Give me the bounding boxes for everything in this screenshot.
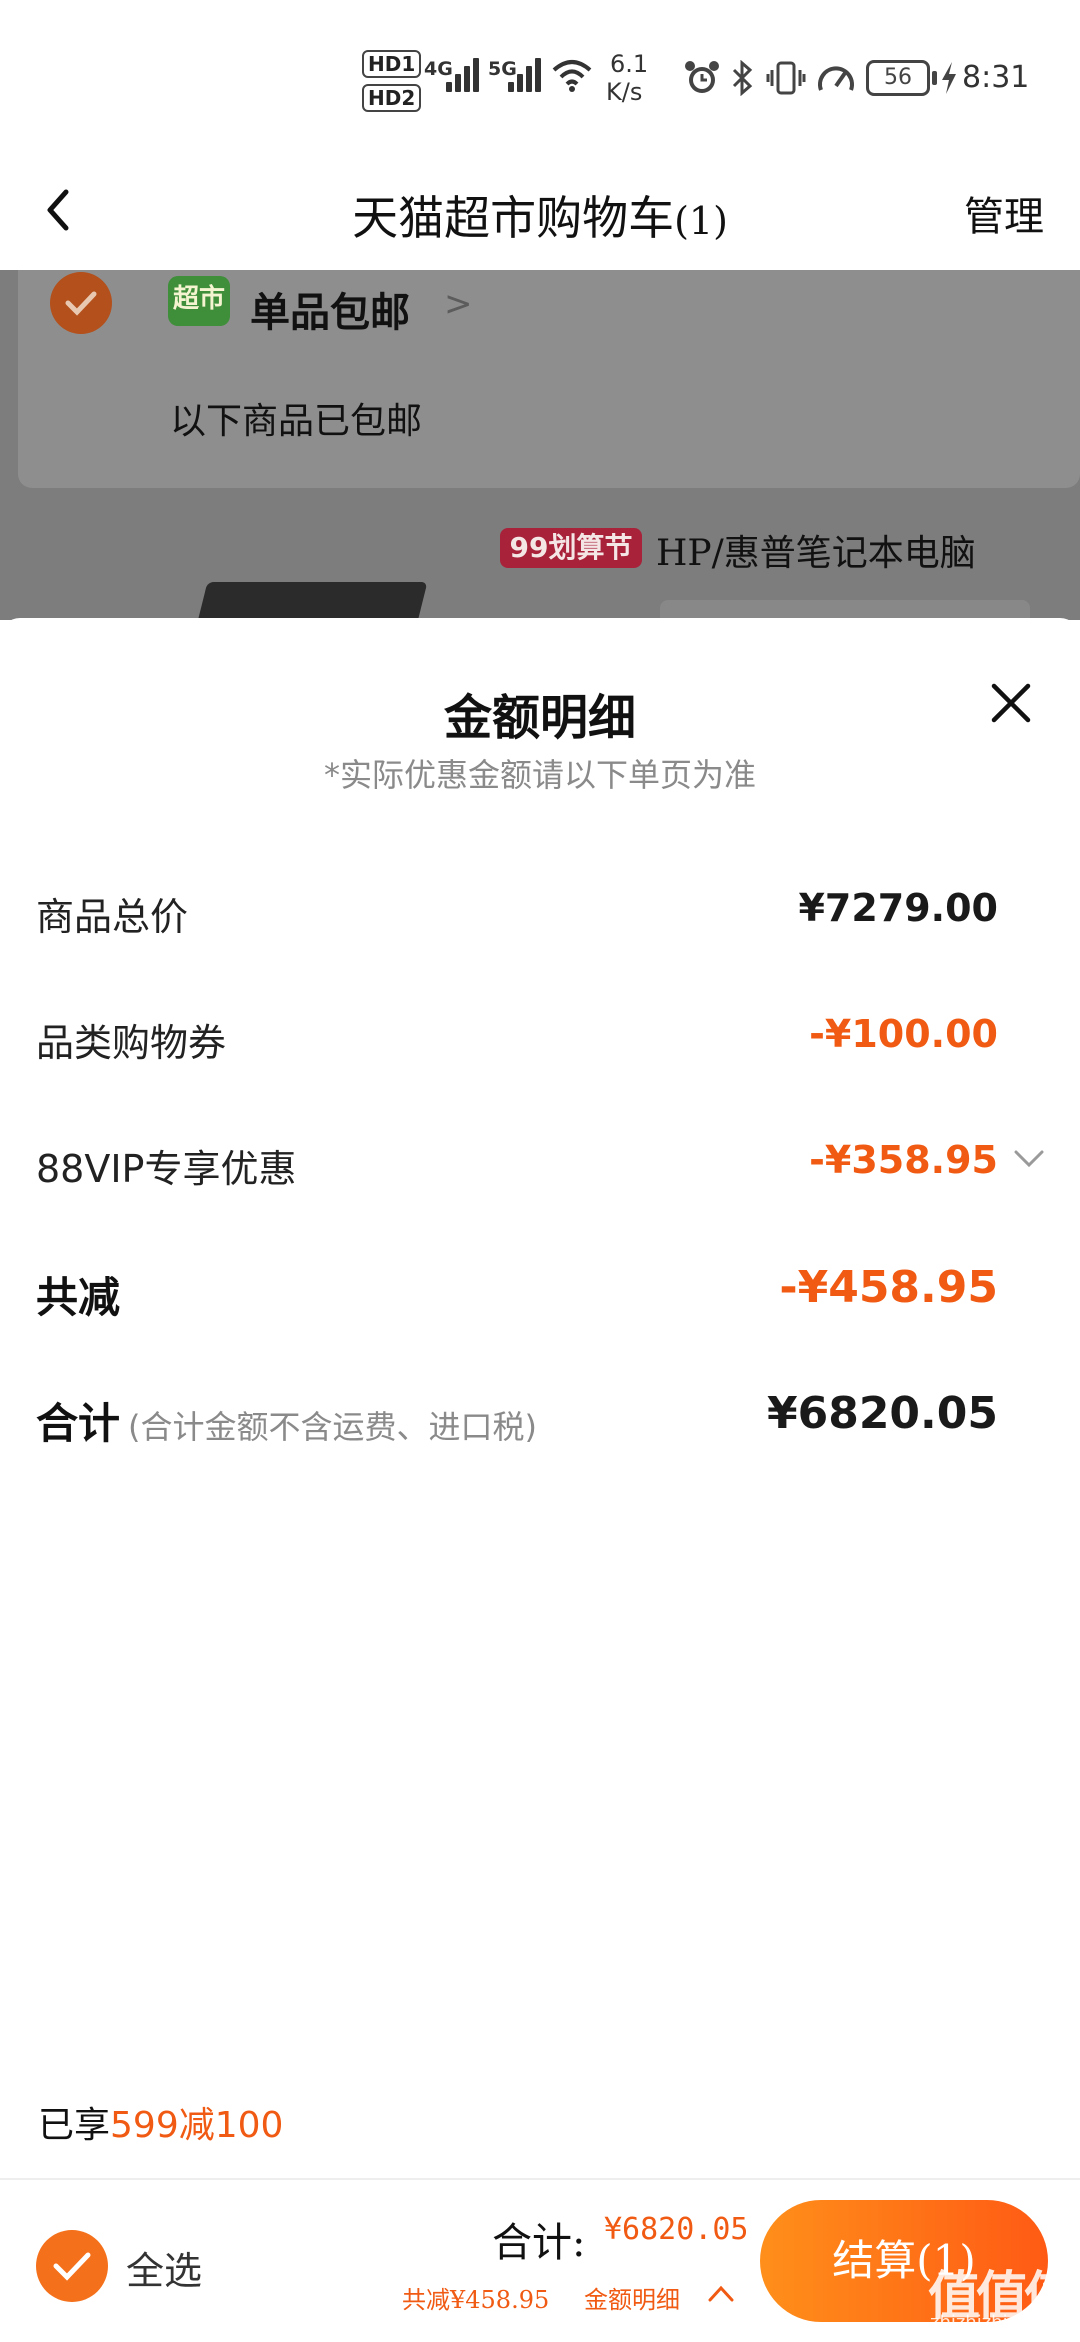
product-title[interactable]: HP/惠普笔记本电脑 xyxy=(656,524,976,576)
speed-value: 6.1 xyxy=(610,50,649,78)
speedometer-icon xyxy=(818,66,854,91)
goods-total-value: ¥7279.00 xyxy=(798,886,998,930)
speed-unit: K/s xyxy=(606,78,643,106)
category-coupon-value: -¥100.00 xyxy=(809,1012,998,1056)
chevron-up-icon[interactable] xyxy=(706,2282,736,2304)
wifi-icon xyxy=(552,60,592,92)
select-all-label[interactable]: 全选 xyxy=(126,2240,202,2295)
product-image[interactable] xyxy=(192,582,428,620)
checkout-bar: 全选 合计: ¥6820.05 共减¥458.95 金额明细 结算(1) xyxy=(0,2178,1080,2342)
sheet-title: 金额明细 xyxy=(443,690,636,746)
clock: 8:31 xyxy=(962,60,1030,95)
amount-detail-sheet: 金额明细 *实际优惠金额请以下单页为准 商品总价 ¥7279.00 品类购物券 … xyxy=(0,618,1080,2178)
enjoyed-promo: 已享599减100 xyxy=(38,2096,283,2148)
enjoyed-prefix: 已享 xyxy=(38,2105,111,2146)
vip-discount-label[interactable]: 88VIP专享优惠 xyxy=(36,1138,296,1193)
cart-background-overlay[interactable]: 超市 单品包邮 > 以下商品已包邮 99划算节 HP/惠普笔记本电脑 xyxy=(0,270,1080,620)
bottom-total-label: 合计: xyxy=(492,2220,586,2266)
page-title-text: 天猫超市购物车 xyxy=(352,191,675,245)
free-shipping-note: 以下商品已包邮 xyxy=(170,401,423,442)
signal-icon xyxy=(446,56,482,92)
enjoyed-promo-value: 599减100 xyxy=(110,2105,284,2146)
manage-button[interactable]: 管理 xyxy=(964,184,1044,242)
hd1-indicator: HD1 xyxy=(362,50,422,78)
supermarket-logo: 超市 xyxy=(168,276,230,326)
bottom-discount: 共减¥458.95 xyxy=(402,2286,550,2314)
chevron-right-icon: > xyxy=(444,284,473,324)
grand-total-note: (合计金额不含运费、进口税) xyxy=(128,1408,537,1446)
close-icon[interactable] xyxy=(988,680,1034,726)
select-all-check-icon[interactable] xyxy=(36,2230,108,2302)
watermark-site: zhizhizhi.com xyxy=(930,2312,1052,2333)
cart-count: (1) xyxy=(674,199,728,243)
store-section: 超市 单品包邮 > 以下商品已包邮 xyxy=(18,270,1080,488)
charging-icon xyxy=(942,62,956,94)
vibrate-icon xyxy=(766,61,806,95)
grand-total-value: ¥6820.05 xyxy=(766,1388,998,1439)
hd2-indicator: HD2 xyxy=(362,84,422,112)
free-shipping-label[interactable]: 单品包邮 xyxy=(250,280,410,338)
chevron-down-icon[interactable] xyxy=(1012,1148,1046,1170)
grand-total-label: 合计 (合计金额不含运费、进口税) xyxy=(36,1390,537,1451)
bluetooth-icon xyxy=(732,60,753,96)
total-discount-label: 共减 xyxy=(36,1273,121,1322)
goods-total-label: 商品总价 xyxy=(36,895,189,939)
bottom-total-amount: ¥6820.05 xyxy=(604,2212,749,2247)
header: 天猫超市购物车(1) 管理 xyxy=(0,150,1080,270)
alarm-icon xyxy=(685,61,719,93)
signal-icon xyxy=(508,56,544,92)
sku-selector[interactable] xyxy=(660,600,1030,620)
store-check-icon[interactable] xyxy=(50,272,112,334)
promo-badge: 99划算节 xyxy=(500,528,642,568)
status-bar: HD1 HD2 4G 5G 6.1 K/s 56 8:31 xyxy=(0,0,1080,150)
page-title: 天猫超市购物车(1) xyxy=(0,182,1080,248)
amount-detail-link[interactable]: 金额明细 xyxy=(584,2280,680,2315)
total-discount-value: -¥458.95 xyxy=(779,1262,998,1313)
category-coupon-label: 品类购物券 xyxy=(36,1021,227,1065)
sheet-subtitle: *实际优惠金额请以下单页为准 xyxy=(323,756,756,794)
vip-discount-value[interactable]: -¥358.95 xyxy=(809,1138,998,1182)
battery-icon: 56 xyxy=(866,60,937,96)
grand-total-text: 合计 xyxy=(36,1399,121,1448)
